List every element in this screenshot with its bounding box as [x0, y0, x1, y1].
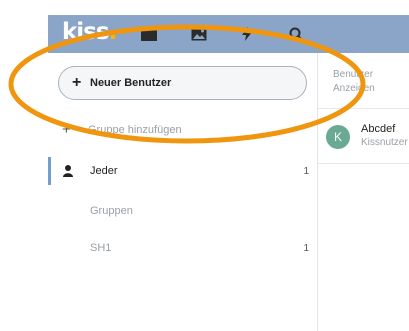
- row-divider: [318, 163, 409, 164]
- list-header-line1: Benutzer: [333, 69, 374, 80]
- add-group-label: Gruppe hinzufügen: [88, 123, 182, 136]
- sidebar-item-jeder[interactable]: Jeder 1: [48, 157, 317, 185]
- sidebar-item-gruppen[interactable]: Gruppen: [48, 197, 317, 225]
- user-subtitle: Kissnutzer: [361, 137, 408, 148]
- search-icon[interactable]: [289, 27, 303, 41]
- sidebar-divider: [317, 53, 318, 331]
- avatar: K: [326, 125, 350, 149]
- image-icon[interactable]: [191, 27, 207, 41]
- sidebar-item-sh1[interactable]: SH1 1: [48, 234, 317, 262]
- header-divider: [318, 108, 409, 109]
- logo-text: kiss: [62, 19, 110, 45]
- user-name: Abcdef: [361, 123, 396, 135]
- sidebar-item-label: Jeder: [90, 165, 118, 177]
- list-header-line2: Anzeigen: [333, 83, 375, 94]
- plus-icon: +: [62, 121, 71, 138]
- sidebar-item-count: 1: [303, 165, 309, 177]
- sidebar-item-count: 1: [303, 242, 309, 254]
- active-indicator: [48, 157, 51, 185]
- sidebar-item-label: SH1: [90, 242, 112, 254]
- user-icon: [63, 165, 73, 177]
- add-group-button[interactable]: + Gruppe hinzufügen: [62, 121, 182, 138]
- plus-icon: +: [72, 74, 82, 91]
- lightning-icon[interactable]: [241, 27, 253, 41]
- kiss-logo[interactable]: kiss.: [62, 20, 118, 44]
- logo-dot: .: [108, 19, 118, 45]
- new-user-button[interactable]: + Neuer Benutzer: [58, 66, 307, 100]
- folder-icon[interactable]: [141, 27, 157, 41]
- sidebar-item-label: Gruppen: [90, 205, 133, 217]
- new-user-label: Neuer Benutzer: [90, 77, 172, 89]
- list-header: Benutzer Anzeigen: [333, 68, 409, 96]
